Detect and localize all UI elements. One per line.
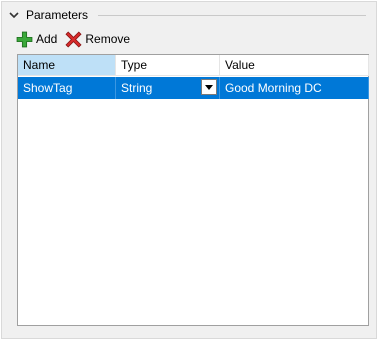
column-header-value[interactable]: Value [220,55,369,76]
table-row[interactable]: ShowTag String Good Morning DC [18,77,369,99]
add-button[interactable]: Add [16,31,57,48]
type-dropdown-button[interactable] [201,79,217,95]
cell-type-value: String [121,81,153,95]
column-header-type[interactable]: Type [116,55,220,76]
parameters-grid[interactable]: Name Type Value ShowTag String Good Morn… [17,54,369,326]
cell-name[interactable]: ShowTag [18,77,116,99]
cell-value[interactable]: Good Morning DC [220,77,369,99]
add-label: Add [36,32,58,46]
remove-label: Remove [85,32,131,46]
chevron-down-icon[interactable] [8,9,20,21]
chevron-down-icon [205,84,213,90]
column-header-name[interactable]: Name [18,55,116,76]
parameters-toolbar: Add Remove [16,30,138,48]
green-plus-icon [16,31,33,47]
remove-button[interactable]: Remove [65,30,131,48]
parameters-panel: Parameters Add Remove Name Type Value Sh… [1,1,377,339]
parameters-group-header[interactable]: Parameters [8,6,88,24]
grid-header-row: Name Type Value [18,55,369,76]
group-divider [98,15,366,16]
cell-type[interactable]: String [116,77,220,99]
red-x-icon [65,30,82,48]
group-title: Parameters [26,8,89,22]
